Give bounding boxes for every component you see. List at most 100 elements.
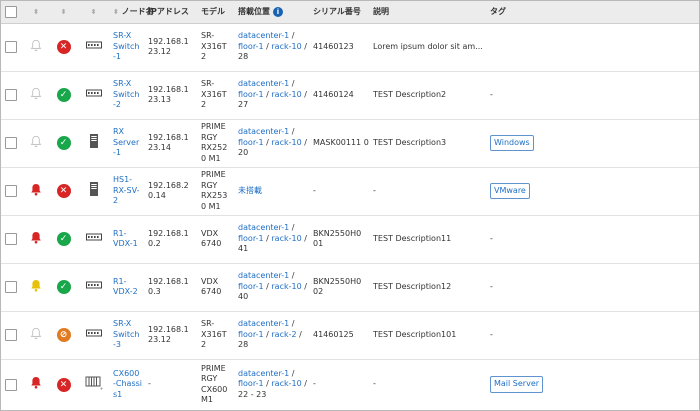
node-name-link[interactable]: SR-X Switch -1 bbox=[113, 31, 139, 61]
location-floor-link[interactable]: floor-1 bbox=[238, 330, 264, 339]
row-select-cell[interactable] bbox=[1, 119, 21, 168]
bell-warning-icon bbox=[30, 279, 42, 294]
table-row[interactable]: ✓ RX Server -1 192.168.1 23.14 PRIME RGY… bbox=[1, 119, 699, 168]
type-cell: + bbox=[76, 359, 111, 410]
tag-badge[interactable]: Mail Server bbox=[490, 376, 544, 393]
header-label: 説明 bbox=[373, 7, 389, 17]
location-rack-link[interactable]: rack-10 bbox=[271, 379, 301, 388]
row-checkbox[interactable] bbox=[5, 378, 17, 391]
sort-icon[interactable]: ⬍ bbox=[113, 8, 119, 16]
tag-empty: - bbox=[490, 329, 493, 339]
location-datacenter-link[interactable]: datacenter-1 bbox=[238, 223, 289, 232]
status-cell: ⊘ bbox=[51, 311, 76, 360]
model-name: SR-X316T 2 bbox=[201, 31, 227, 62]
status-ok-icon: ✓ bbox=[56, 232, 71, 246]
serial-cell: - bbox=[311, 359, 371, 410]
header-ip[interactable]: IPアドレス bbox=[146, 1, 199, 24]
table-row[interactable]: ⊘ SR-X Switch -3 192.168.1 23.12 SR-X316… bbox=[1, 311, 699, 360]
table-row[interactable]: ✕ + CX600 -Chassi s1 - PRIME RGY CX600 M… bbox=[1, 359, 699, 410]
location-floor-link[interactable]: floor-1 bbox=[238, 379, 264, 388]
tag-badge[interactable]: VMware bbox=[490, 182, 530, 200]
row-checkbox[interactable] bbox=[5, 41, 17, 53]
location-datacenter-link[interactable]: datacenter-1 bbox=[238, 369, 289, 378]
location-datacenter-link[interactable]: datacenter-1 bbox=[238, 271, 289, 280]
switch-icon bbox=[85, 41, 102, 51]
location-cell: datacenter-1 / floor-1 / rack-10 / 40 bbox=[236, 263, 311, 312]
location-floor-link[interactable]: floor-1 bbox=[238, 282, 264, 291]
header-description[interactable]: 説明 bbox=[371, 1, 488, 24]
location-datacenter-link[interactable]: datacenter-1 bbox=[238, 79, 289, 88]
node-name-link[interactable]: HS1-RX-SV-2 bbox=[113, 175, 140, 205]
row-select-cell[interactable] bbox=[1, 263, 21, 312]
location-position: 28 bbox=[238, 340, 249, 350]
header-node-name[interactable]: ⬍ ノード名 bbox=[111, 1, 154, 24]
bell-cell bbox=[21, 311, 51, 360]
description-text: TEST Description12 bbox=[373, 281, 452, 291]
row-checkbox[interactable] bbox=[5, 137, 17, 149]
header-location[interactable]: 搭載位置 i bbox=[236, 1, 311, 24]
row-checkbox[interactable] bbox=[5, 89, 17, 101]
location-rack-link[interactable]: rack-10 bbox=[271, 42, 301, 51]
header-serial[interactable]: シリアル番号 bbox=[311, 1, 371, 24]
chassis-icon: + bbox=[85, 376, 103, 393]
serial-number: BKN2550H0 02 bbox=[313, 276, 362, 297]
select-all-checkbox[interactable] bbox=[5, 5, 17, 18]
location-datacenter-link[interactable]: datacenter-1 bbox=[238, 31, 289, 40]
table-row[interactable]: ✓ R1-VDX-2 192.168.1 0.3 VDX 6740 datace… bbox=[1, 263, 699, 312]
node-name-link[interactable]: SR-X Switch -3 bbox=[113, 319, 139, 349]
location-floor-link[interactable]: floor-1 bbox=[238, 234, 264, 243]
row-select-cell[interactable] bbox=[1, 23, 21, 72]
header-tags[interactable]: タグ bbox=[488, 1, 699, 24]
row-select-cell[interactable] bbox=[1, 71, 21, 120]
table-body: ✕ SR-X Switch -1 192.168.1 23.12 SR-X316… bbox=[1, 23, 699, 410]
row-select-cell[interactable] bbox=[1, 215, 21, 264]
location-rack-link[interactable]: rack-10 bbox=[271, 138, 301, 147]
location-position: 22 - 23 bbox=[238, 389, 267, 399]
row-select-cell[interactable] bbox=[1, 167, 21, 216]
table-row[interactable]: ✓ SR-X Switch -2 192.168.1 23.13 SR-X316… bbox=[1, 71, 699, 120]
sort-icon[interactable]: ⬍ bbox=[61, 8, 67, 16]
model-name: SR-X316T 2 bbox=[201, 79, 227, 110]
description-text: TEST Description11 bbox=[373, 233, 452, 243]
node-table: ⬍ ⬍ ⬍ ⬍ ノード名 IPアドレス モデル 搭載位置 i シリアル番号 説明 … bbox=[1, 1, 699, 410]
header-type-sort[interactable]: ⬍ bbox=[76, 1, 111, 24]
location-rack-link[interactable]: rack-10 bbox=[271, 282, 301, 291]
table-row[interactable]: ✕ SR-X Switch -1 192.168.1 23.12 SR-X316… bbox=[1, 23, 699, 72]
node-name-link[interactable]: CX600 -Chassi s1 bbox=[113, 369, 142, 399]
switch-icon bbox=[85, 89, 102, 99]
ip-address: 192.168.1 23.12 bbox=[148, 36, 189, 57]
location-datacenter-link[interactable]: datacenter-1 bbox=[238, 319, 289, 328]
node-name-link[interactable]: R1-VDX-2 bbox=[113, 277, 138, 297]
location-rack-link[interactable]: rack-2 bbox=[271, 330, 296, 339]
sort-icon[interactable]: ⬍ bbox=[33, 8, 39, 16]
row-checkbox[interactable] bbox=[5, 329, 17, 341]
header-bell-sort[interactable]: ⬍ bbox=[21, 1, 51, 24]
table-row[interactable]: ✓ R1-VDX-1 192.168.1 0.2 VDX 6740 datace… bbox=[1, 215, 699, 264]
location-datacenter-link[interactable]: datacenter-1 bbox=[238, 127, 289, 136]
node-name-link[interactable]: RX Server -1 bbox=[113, 127, 139, 157]
sort-icon[interactable]: ⬍ bbox=[91, 8, 97, 16]
header-status-sort[interactable]: ⬍ bbox=[51, 1, 76, 24]
location-floor-link[interactable]: floor-1 bbox=[238, 138, 264, 147]
type-cell bbox=[76, 311, 111, 360]
bell-alert-icon bbox=[30, 183, 42, 198]
table-row[interactable]: ✕ HS1-RX-SV-2 192.168.2 0.14 PRIME RGY R… bbox=[1, 167, 699, 216]
ip-cell: 192.168.1 23.12 bbox=[146, 311, 199, 360]
header-select-all[interactable] bbox=[1, 1, 21, 24]
row-checkbox[interactable] bbox=[5, 281, 17, 293]
row-checkbox[interactable] bbox=[5, 233, 17, 245]
node-name-link[interactable]: R1-VDX-1 bbox=[113, 229, 138, 249]
node-name-link[interactable]: SR-X Switch -2 bbox=[113, 79, 139, 109]
location-unmounted[interactable]: 未搭載 bbox=[238, 186, 262, 195]
row-select-cell[interactable] bbox=[1, 311, 21, 360]
description-cell: TEST Description11 bbox=[371, 215, 488, 264]
location-floor-link[interactable]: floor-1 bbox=[238, 42, 264, 51]
location-rack-link[interactable]: rack-10 bbox=[271, 90, 301, 99]
header-model[interactable]: モデル bbox=[199, 1, 236, 24]
row-select-cell[interactable] bbox=[1, 359, 21, 410]
row-checkbox[interactable] bbox=[5, 185, 17, 197]
info-icon[interactable]: i bbox=[273, 6, 283, 17]
location-floor-link[interactable]: floor-1 bbox=[238, 90, 264, 99]
tag-badge[interactable]: Windows bbox=[490, 134, 534, 152]
location-rack-link[interactable]: rack-10 bbox=[271, 234, 301, 243]
